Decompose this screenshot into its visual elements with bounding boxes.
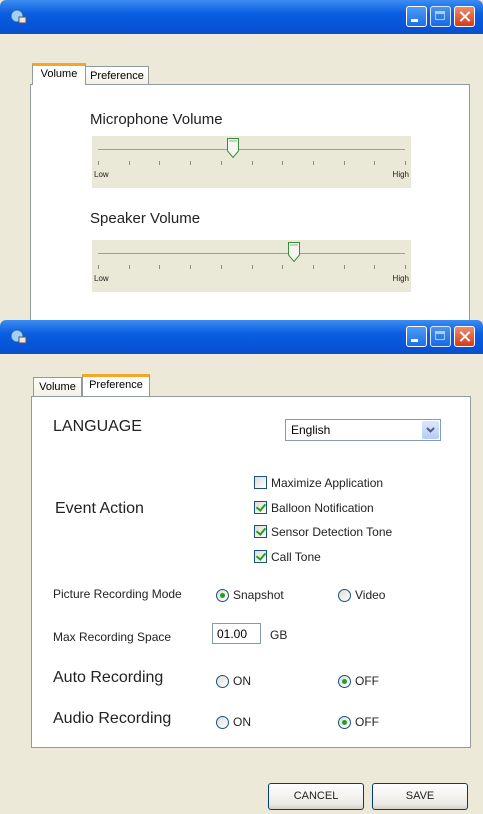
app-icon — [10, 329, 27, 344]
close-button[interactable] — [454, 6, 475, 27]
slider-tick — [159, 265, 160, 269]
maximize-button[interactable] — [430, 326, 451, 347]
slider-tick — [190, 265, 191, 269]
language-select[interactable]: English — [285, 419, 441, 441]
title-bar[interactable] — [0, 320, 483, 354]
max-recording-space-label: Max Recording Space — [53, 630, 172, 644]
balloon-notification-checkbox[interactable] — [254, 501, 267, 514]
auto-recording-off-label: OFF — [355, 674, 379, 688]
save-button[interactable]: SAVE — [372, 783, 468, 810]
slider-tick — [190, 161, 191, 165]
auto-recording-off-radio[interactable] — [338, 675, 351, 688]
volume-window: Volume Preference Microphone Volume Low … — [0, 0, 483, 320]
audio-recording-off-radio[interactable] — [338, 716, 351, 729]
max-recording-space-value: 01.00 — [217, 627, 248, 641]
picture-recording-mode-label: Picture Recording Mode — [53, 587, 182, 601]
sensor-detection-tone-label: Sensor Detection Tone — [271, 525, 393, 539]
sensor-detection-tone-checkbox[interactable] — [254, 525, 267, 538]
auto-recording-label: Auto Recording — [53, 669, 164, 686]
audio-recording-off-label: OFF — [355, 715, 379, 729]
maximize-application-label: Maximize Application — [271, 476, 384, 490]
chevron-down-icon[interactable] — [422, 421, 439, 439]
slider-tick — [313, 161, 314, 165]
microphone-volume-slider[interactable]: Low High — [92, 136, 411, 188]
max-recording-space-input[interactable]: 01.00 — [212, 623, 261, 644]
audio-recording-label: Audio Recording — [53, 710, 172, 727]
slider-tick — [313, 265, 314, 269]
snapshot-radio[interactable] — [216, 589, 229, 602]
microphone-high-label: High — [392, 170, 409, 179]
slider-tick — [374, 265, 375, 269]
volume-panel: Microphone Volume Low High Speaker Volum… — [30, 84, 470, 320]
tab-preference[interactable]: Preference — [82, 374, 150, 396]
speaker-low-label: Low — [94, 274, 109, 283]
microphone-slider-thumb[interactable] — [227, 138, 239, 158]
preference-panel: LANGUAGE English Event Action Maximize A… — [31, 396, 471, 748]
video-radio[interactable] — [338, 589, 351, 602]
balloon-notification-label: Balloon Notification — [271, 501, 374, 515]
speaker-volume-slider[interactable]: Low High — [92, 240, 411, 292]
audio-recording-on-radio[interactable] — [216, 716, 229, 729]
audio-recording-on-label: ON — [233, 715, 251, 729]
language-label: LANGUAGE — [53, 418, 142, 435]
slider-tick — [221, 265, 222, 269]
app-icon — [10, 9, 27, 24]
auto-recording-on-radio[interactable] — [216, 675, 229, 688]
microphone-volume-label: Microphone Volume — [90, 111, 223, 128]
slider-tick — [98, 161, 99, 165]
slider-tick — [282, 265, 283, 269]
slider-tick — [344, 265, 345, 269]
event-action-label: Event Action — [55, 500, 144, 517]
speaker-volume-label: Speaker Volume — [90, 210, 201, 227]
slider-tick — [344, 161, 345, 165]
slider-tick — [98, 265, 99, 269]
slider-tick — [405, 161, 406, 165]
maximize-button[interactable] — [430, 6, 451, 27]
slider-tick — [129, 265, 130, 269]
tab-preference[interactable]: Preference — [85, 66, 149, 85]
slider-tick — [374, 161, 375, 165]
slider-tick — [282, 161, 283, 165]
slider-tick — [129, 161, 130, 165]
snapshot-label: Snapshot — [233, 588, 284, 602]
slider-tick — [252, 161, 253, 165]
language-selected-value: English — [291, 423, 331, 437]
slider-tick — [159, 161, 160, 165]
speaker-high-label: High — [392, 274, 409, 283]
tab-volume[interactable]: Volume — [32, 63, 86, 85]
maximize-application-checkbox[interactable] — [254, 476, 267, 489]
slider-tick — [252, 265, 253, 269]
video-label: Video — [355, 588, 386, 602]
tab-volume[interactable]: Volume — [33, 377, 82, 396]
close-button[interactable] — [454, 326, 475, 347]
auto-recording-on-label: ON — [233, 674, 251, 688]
call-tone-checkbox[interactable] — [254, 550, 267, 563]
gb-unit-label: GB — [270, 628, 288, 642]
slider-tick — [221, 161, 222, 165]
minimize-button[interactable] — [406, 326, 427, 347]
minimize-button[interactable] — [406, 6, 427, 27]
preference-window: Volume Preference LANGUAGE English Event… — [0, 320, 483, 814]
title-bar[interactable] — [0, 0, 483, 34]
call-tone-label: Call Tone — [271, 550, 321, 564]
cancel-button[interactable]: CANCEL — [268, 783, 364, 810]
speaker-slider-thumb[interactable] — [288, 242, 300, 262]
microphone-low-label: Low — [94, 170, 109, 179]
slider-tick — [405, 265, 406, 269]
